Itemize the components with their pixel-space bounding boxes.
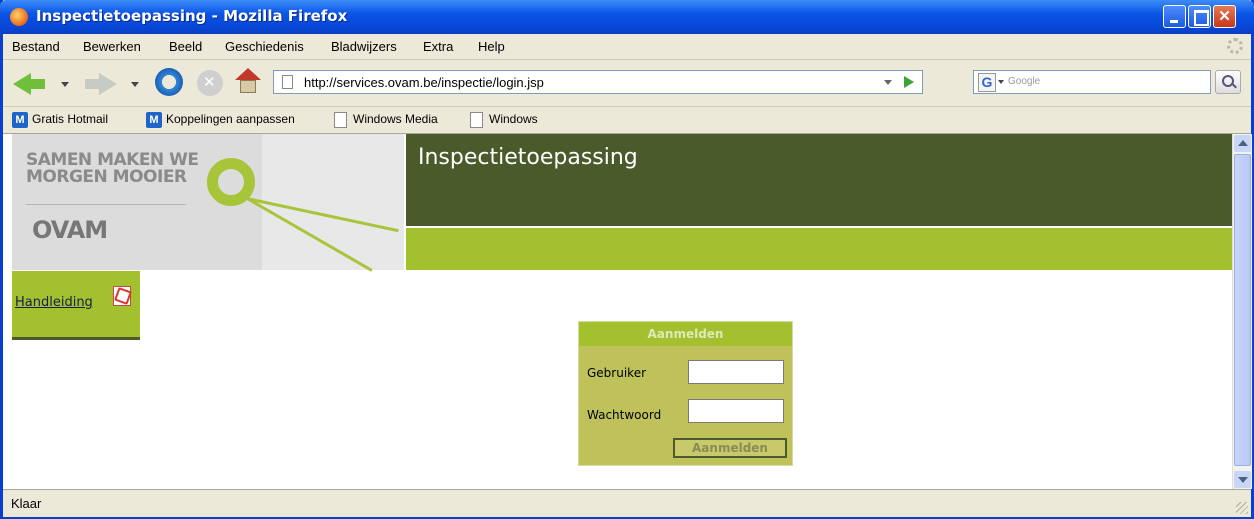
maximize-button[interactable] — [1188, 5, 1211, 28]
forward-history-dropdown[interactable] — [131, 82, 139, 87]
menu-geschiedenis[interactable]: Geschiedenis — [225, 39, 304, 54]
bookmark-windows[interactable]: Windows — [470, 112, 538, 128]
search-placeholder: Google — [1008, 76, 1041, 87]
bookmark-koppelingen-aanpassen[interactable]: M Koppelingen aanpassen — [146, 112, 295, 128]
scroll-down-icon[interactable] — [1234, 471, 1251, 488]
logo-slogan: SAMEN MAKEN WE MORGEN MOOIER — [26, 152, 199, 187]
close-button[interactable]: ✕ — [1213, 5, 1236, 28]
throbber-icon — [1227, 38, 1243, 54]
stop-icon[interactable] — [197, 70, 223, 96]
bookmark-gratis-hotmail[interactable]: M Gratis Hotmail — [12, 112, 108, 128]
menu-help[interactable]: Help — [478, 39, 505, 54]
search-box[interactable]: G Google — [973, 70, 1211, 94]
login-button[interactable]: Aanmelden — [673, 438, 787, 458]
page-title: Inspectietoepassing — [418, 145, 638, 170]
page-icon — [282, 75, 293, 89]
url-text[interactable]: http://services.ovam.be/inspectie/login.… — [304, 75, 544, 90]
search-engine-icon[interactable]: G — [978, 73, 996, 92]
menu-bladwijzers[interactable]: Bladwijzers — [331, 39, 397, 54]
minimize-button[interactable] — [1163, 5, 1186, 28]
menu-bar: Bestand Bewerken Beeld Geschiedenis Blad… — [3, 34, 1251, 60]
password-field[interactable] — [688, 399, 784, 423]
go-arrow-icon[interactable] — [904, 76, 914, 88]
menu-extra[interactable]: Extra — [423, 39, 453, 54]
document-icon — [470, 112, 483, 128]
bookmark-label: Windows Media — [353, 112, 438, 127]
address-bar[interactable]: http://services.ovam.be/inspectie/login.… — [273, 70, 923, 94]
window-title: Inspectietoepassing - Mozilla Firefox — [36, 7, 348, 25]
msn-icon: M — [12, 112, 28, 128]
search-engine-dropdown-icon[interactable] — [998, 80, 1004, 84]
document-icon — [334, 112, 347, 128]
username-label: Gebruiker — [587, 366, 647, 380]
reload-icon[interactable] — [155, 68, 183, 96]
close-icon: ✕ — [1218, 8, 1231, 25]
tag-string-icon — [241, 196, 399, 233]
ovam-logo: SAMEN MAKEN WE MORGEN MOOIER OVAM — [12, 134, 404, 272]
logo-divider — [26, 204, 186, 205]
login-heading: Aanmelden — [579, 322, 792, 346]
search-magnifier-icon[interactable] — [1215, 70, 1241, 94]
menu-bestand[interactable]: Bestand — [12, 39, 60, 54]
bookmark-label: Koppelingen aanpassen — [166, 112, 295, 127]
password-label: Wachtwoord — [587, 408, 662, 422]
status-bar: Klaar — [3, 489, 1251, 517]
pdf-icon[interactable] — [113, 286, 131, 306]
maximize-icon — [1189, 6, 1210, 27]
minimize-icon — [1164, 6, 1185, 27]
login-form: Aanmelden Gebruiker Wachtwoord Aanmelden — [578, 321, 793, 466]
browser-window: Inspectietoepassing - Mozilla Firefox ✕ … — [0, 0, 1254, 519]
page-content: SAMEN MAKEN WE MORGEN MOOIER OVAM Inspec… — [3, 134, 1232, 489]
forward-arrow-icon[interactable] — [83, 68, 117, 98]
logo-tag: SAMEN MAKEN WE MORGEN MOOIER OVAM — [12, 134, 262, 270]
home-icon[interactable] — [235, 68, 261, 94]
title-bar: Inspectietoepassing - Mozilla Firefox ✕ — [0, 0, 1254, 34]
bookmark-windows-media[interactable]: Windows Media — [334, 112, 438, 128]
bookmark-label: Gratis Hotmail — [32, 112, 109, 127]
username-field[interactable] — [688, 360, 784, 384]
sidebar-box: Handleiding — [12, 271, 140, 340]
resize-grip-icon[interactable] — [1236, 502, 1248, 514]
menu-bewerken[interactable]: Bewerken — [83, 39, 141, 54]
msn-icon: M — [146, 112, 162, 128]
navigation-toolbar: http://services.ovam.be/inspectie/login.… — [3, 60, 1251, 107]
url-dropdown-icon[interactable] — [884, 80, 892, 85]
status-text: Klaar — [11, 496, 42, 511]
scroll-up-icon[interactable] — [1234, 135, 1251, 152]
header-subbanner — [406, 228, 1232, 270]
logo-slogan-line2: MORGEN MOOIER — [26, 167, 187, 187]
handleiding-link[interactable]: Handleiding — [15, 295, 93, 310]
bookmark-label: Windows — [489, 112, 538, 127]
back-history-dropdown[interactable] — [61, 82, 69, 87]
scroll-thumb[interactable] — [1234, 154, 1251, 466]
ovam-wordmark: OVAM — [32, 216, 108, 244]
back-arrow-icon[interactable] — [13, 68, 47, 98]
firefox-icon — [10, 8, 28, 26]
header-banner: Inspectietoepassing — [406, 134, 1232, 226]
bookmarks-toolbar: M Gratis Hotmail M Koppelingen aanpassen W… — [3, 107, 1251, 134]
vertical-scrollbar[interactable] — [1232, 134, 1252, 489]
menu-beeld[interactable]: Beeld — [169, 39, 202, 54]
